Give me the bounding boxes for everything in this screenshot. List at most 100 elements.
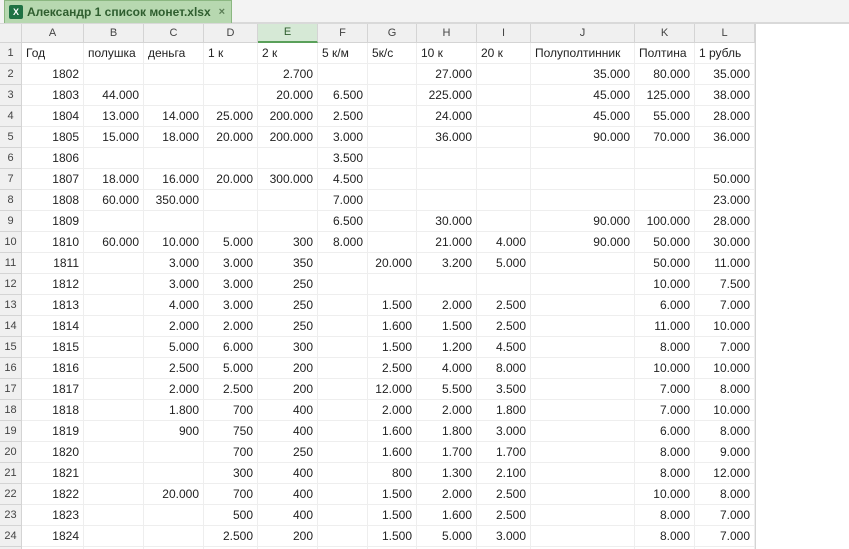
cell[interactable]: 250 [258, 316, 318, 337]
cell[interactable]: 3.000 [477, 526, 531, 547]
cell[interactable]: 8.000 [695, 484, 755, 505]
cell[interactable] [635, 148, 695, 169]
cell[interactable]: 21.000 [417, 232, 477, 253]
cell[interactable]: 30.000 [695, 232, 755, 253]
cell[interactable] [258, 190, 318, 211]
cell[interactable]: 1814 [22, 316, 84, 337]
cell[interactable]: 1807 [22, 169, 84, 190]
cell[interactable]: 1.500 [368, 295, 417, 316]
cell[interactable]: 8.000 [635, 442, 695, 463]
column-header[interactable]: F [318, 24, 368, 43]
cell[interactable] [477, 148, 531, 169]
cell[interactable]: 50.000 [695, 169, 755, 190]
cell[interactable]: 4.000 [477, 232, 531, 253]
cell[interactable]: 1.500 [417, 316, 477, 337]
row-header[interactable]: 4 [0, 106, 22, 127]
cell[interactable]: 2.000 [417, 400, 477, 421]
cell[interactable]: 28.000 [695, 211, 755, 232]
cell[interactable]: 10.000 [144, 232, 204, 253]
cell[interactable]: 1806 [22, 148, 84, 169]
cell[interactable] [318, 421, 368, 442]
column-header[interactable]: G [368, 24, 417, 43]
cell[interactable]: 80.000 [635, 64, 695, 85]
cell[interactable]: 300.000 [258, 169, 318, 190]
cell[interactable]: 5.500 [417, 379, 477, 400]
cell[interactable]: 3.000 [204, 253, 258, 274]
column-header[interactable]: C [144, 24, 204, 43]
cell[interactable]: 16.000 [144, 169, 204, 190]
spreadsheet-grid[interactable]: ABCDEFGHIJKL1Годполушкаденьга1 к2 к5 к/м… [0, 24, 756, 549]
cell[interactable]: 1.700 [477, 442, 531, 463]
cell[interactable]: 2.500 [144, 358, 204, 379]
cell[interactable]: 2.500 [204, 379, 258, 400]
cell[interactable]: 8.000 [635, 337, 695, 358]
cell[interactable] [258, 211, 318, 232]
cell[interactable]: 1 рубль [695, 43, 755, 64]
row-header[interactable]: 5 [0, 127, 22, 148]
cell[interactable]: 7.000 [695, 295, 755, 316]
cell[interactable] [635, 190, 695, 211]
cell[interactable]: 1.600 [368, 421, 417, 442]
cell[interactable]: 6.000 [204, 337, 258, 358]
cell[interactable]: 4.000 [417, 358, 477, 379]
cell[interactable]: 30.000 [417, 211, 477, 232]
cell[interactable]: 1812 [22, 274, 84, 295]
cell[interactable]: 2.000 [417, 484, 477, 505]
cell[interactable]: 6.500 [318, 211, 368, 232]
cell[interactable]: 23.000 [695, 190, 755, 211]
cell[interactable]: 800 [368, 463, 417, 484]
cell[interactable]: 1804 [22, 106, 84, 127]
cell[interactable]: 10 к [417, 43, 477, 64]
cell[interactable]: 400 [258, 400, 318, 421]
cell[interactable] [204, 85, 258, 106]
cell[interactable]: Полтина [635, 43, 695, 64]
cell[interactable]: 8.000 [635, 463, 695, 484]
cell[interactable]: 7.000 [695, 526, 755, 547]
cell[interactable]: 1 к [204, 43, 258, 64]
row-header[interactable]: 19 [0, 421, 22, 442]
column-header[interactable]: D [204, 24, 258, 43]
cell[interactable]: 20.000 [368, 253, 417, 274]
cell[interactable]: 10.000 [635, 484, 695, 505]
cell[interactable]: 5.000 [204, 358, 258, 379]
cell[interactable] [531, 421, 635, 442]
cell[interactable] [204, 64, 258, 85]
cell[interactable]: 1819 [22, 421, 84, 442]
cell[interactable]: 1802 [22, 64, 84, 85]
cell[interactable]: 10.000 [635, 358, 695, 379]
cell[interactable]: 400 [258, 484, 318, 505]
cell[interactable]: 125.000 [635, 85, 695, 106]
cell[interactable]: 350 [258, 253, 318, 274]
row-header[interactable]: 10 [0, 232, 22, 253]
cell[interactable] [318, 526, 368, 547]
cell[interactable] [84, 379, 144, 400]
cell[interactable] [84, 505, 144, 526]
cell[interactable] [84, 148, 144, 169]
column-header[interactable]: I [477, 24, 531, 43]
cell[interactable]: 1803 [22, 85, 84, 106]
cell[interactable]: 8.000 [635, 526, 695, 547]
cell[interactable]: 90.000 [531, 232, 635, 253]
cell[interactable] [477, 169, 531, 190]
cell[interactable]: 2.000 [144, 379, 204, 400]
cell[interactable]: 2.500 [477, 484, 531, 505]
cell[interactable]: 6.000 [635, 421, 695, 442]
cell[interactable]: 20.000 [204, 127, 258, 148]
cell[interactable]: 1821 [22, 463, 84, 484]
cell[interactable] [477, 85, 531, 106]
cell[interactable] [531, 274, 635, 295]
cell[interactable]: 2.700 [258, 64, 318, 85]
cell[interactable] [368, 274, 417, 295]
cell[interactable]: 2.000 [144, 316, 204, 337]
cell[interactable] [531, 505, 635, 526]
row-header[interactable]: 20 [0, 442, 22, 463]
cell[interactable]: 500 [204, 505, 258, 526]
close-icon[interactable]: × [219, 6, 225, 18]
cell[interactable] [84, 484, 144, 505]
row-header[interactable]: 23 [0, 505, 22, 526]
cell[interactable] [144, 211, 204, 232]
cell[interactable]: 20 к [477, 43, 531, 64]
cell[interactable]: 28.000 [695, 106, 755, 127]
cell[interactable]: 100.000 [635, 211, 695, 232]
cell[interactable] [84, 64, 144, 85]
